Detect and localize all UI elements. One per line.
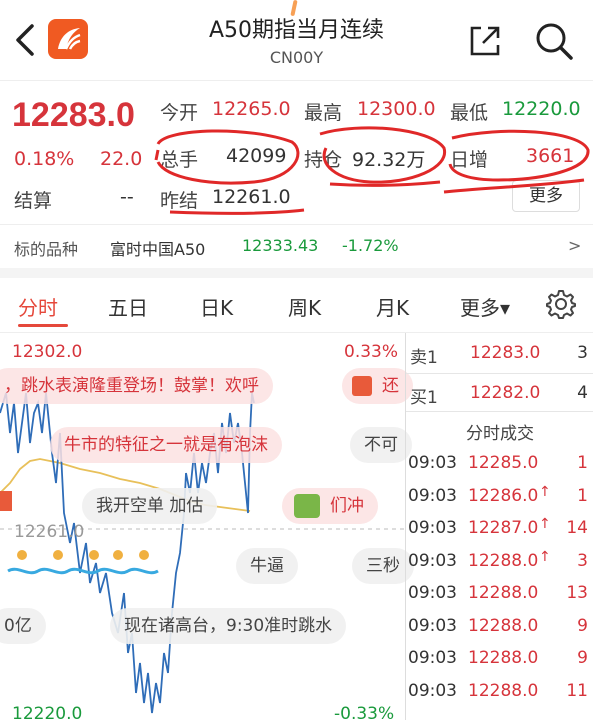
trade-price: 12288.0: [468, 615, 539, 636]
order-book-panel: 卖1 12283.0 3 买1 12282.0 4 分时成交 09:03 1228…: [405, 333, 593, 720]
underlying-price: 12333.43: [242, 236, 319, 255]
open-value: 12265.0: [212, 98, 291, 120]
page-title: A50期指当月连续: [208, 18, 385, 43]
emoji-clip-icon: [0, 491, 12, 511]
ask-label: 卖1: [410, 348, 438, 368]
red-annotation-marks: [154, 126, 590, 215]
trade-qty: 1: [577, 485, 588, 506]
danmaku-bubble[interactable]: 牛逼: [236, 548, 298, 584]
trades-title: 分时成交: [466, 424, 534, 444]
trade-time: 09:03: [408, 680, 457, 701]
bid-qty: 4: [577, 383, 588, 403]
trade-qty: 9: [577, 615, 588, 636]
header-divider: [0, 80, 593, 81]
trade-time: 09:03: [408, 518, 457, 538]
ask-price: 12283.0: [470, 343, 541, 363]
danmaku-bubble[interactable]: 不可: [350, 427, 412, 463]
chart-bottom-price: 12220.0: [12, 704, 83, 720]
trade-arrow: ↑: [539, 516, 551, 532]
trade-time: 09:03: [408, 550, 457, 571]
chart-bottom-percent: -0.33%: [334, 704, 395, 720]
chart-mid-price: 12261.0: [14, 522, 85, 542]
section-gap: [0, 268, 593, 278]
order-book-divider: [406, 411, 593, 412]
tab-five-day[interactable]: 五日: [108, 292, 148, 321]
underlying-name[interactable]: 富时中国A50: [110, 236, 205, 260]
danmaku-bubble[interactable]: 我开空单 加估: [82, 488, 218, 524]
trade-price: 12288.0: [468, 680, 539, 701]
trade-price: 12288.0: [468, 583, 539, 603]
trade-price: 12288.0: [468, 648, 539, 668]
tab-intraday[interactable]: 分时: [18, 292, 58, 321]
trade-time: 09:03: [408, 453, 457, 473]
underlying-label: 标的品种: [14, 240, 79, 259]
danmaku-bubble[interactable]: 们冲: [282, 488, 378, 524]
tab-weekly-k[interactable]: 周K: [288, 292, 321, 321]
trade-qty: 3: [577, 550, 588, 571]
trade-arrow: ↑: [539, 548, 551, 565]
danmaku-bubble[interactable]: ，跳水表演隆重登场！鼓掌！欢呼: [0, 368, 273, 404]
chart-top-percent: 0.33%: [344, 342, 399, 362]
tab-daily-k[interactable]: 日K: [200, 292, 233, 321]
order-book-divider: [406, 373, 593, 374]
underlying-change: -1.72%: [342, 236, 399, 255]
tab-active-indicator: [18, 324, 68, 327]
trade-qty: 11: [566, 680, 588, 701]
trade-price: 12288.0: [468, 550, 539, 571]
chart-top-price: 12302.0: [12, 342, 83, 362]
share-icon[interactable]: [466, 22, 504, 60]
trade-arrow: ↑: [539, 483, 551, 500]
danmaku-bubble[interactable]: 还: [342, 368, 413, 404]
danmaku-text: 还: [382, 376, 399, 396]
trade-time: 09:03: [408, 485, 457, 506]
bid-price: 12282.0: [470, 383, 541, 403]
trade-qty: 1: [577, 453, 588, 473]
trade-time: 09:03: [408, 583, 457, 603]
grass-emoji-icon: [294, 494, 320, 518]
header-bar: A50期指当月连续 CN00Y: [0, 0, 593, 80]
trade-qty: 13: [566, 583, 588, 603]
trade-qty: 14: [566, 518, 588, 538]
search-icon[interactable]: [533, 20, 575, 62]
danmaku-text: 们冲: [330, 496, 364, 516]
trade-price: 12286.0: [468, 485, 539, 506]
danmaku-bubble[interactable]: 现在诸高台，9:30准时跳水: [110, 608, 347, 644]
danmaku-bubble[interactable]: 0亿: [0, 608, 46, 644]
fire-emoji-icon: [352, 376, 372, 396]
trade-time: 09:03: [408, 615, 457, 636]
trade-price: 12287.0: [468, 518, 539, 538]
trade-time: 09:03: [408, 648, 457, 668]
trade-price: 12285.0: [468, 453, 539, 473]
bid-label: 买1: [410, 388, 438, 408]
underlying-chevron-icon[interactable]: >: [568, 236, 581, 255]
low-value: 12220.0: [502, 98, 581, 120]
quote-divider: [0, 224, 593, 225]
page-subtitle: CN00Y: [269, 48, 324, 67]
trade-qty: 9: [577, 648, 588, 668]
gear-icon[interactable]: [545, 288, 577, 320]
ask-qty: 3: [577, 343, 588, 363]
danmaku-bubble[interactable]: 牛市的特征之一就是有泡沫: [50, 427, 282, 463]
tab-monthly-k[interactable]: 月K: [376, 292, 409, 321]
tab-more[interactable]: 更多▾: [460, 292, 510, 321]
high-value: 12300.0: [357, 98, 436, 120]
